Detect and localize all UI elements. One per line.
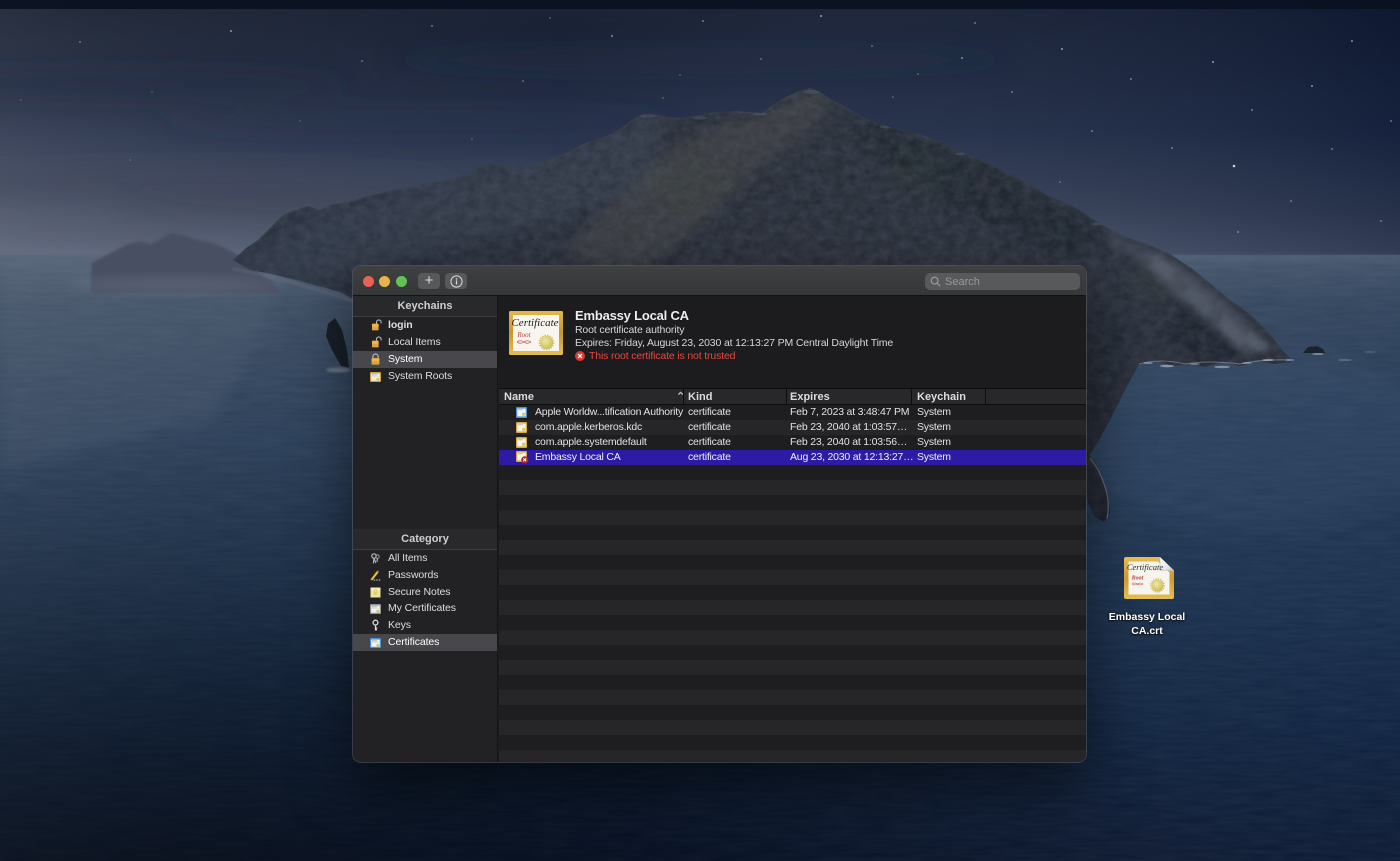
svg-text:Root: Root xyxy=(516,331,531,339)
svg-text:Certificate: Certificate xyxy=(1127,562,1164,572)
svg-text:Root: Root xyxy=(1131,576,1144,582)
svg-text:Certificate: Certificate xyxy=(511,317,558,329)
